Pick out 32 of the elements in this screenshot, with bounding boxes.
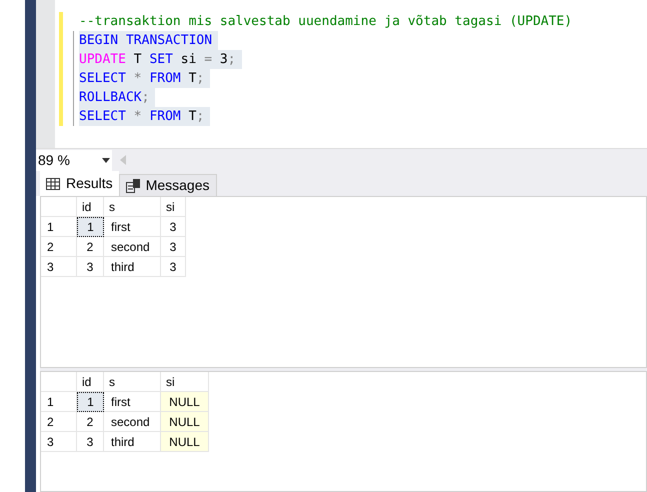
table-cell[interactable]: 1 bbox=[77, 392, 104, 412]
zoom-dropdown[interactable]: 89 % bbox=[36, 150, 112, 170]
table-cell[interactable]: 3 bbox=[161, 237, 186, 257]
column-header: s bbox=[104, 372, 161, 392]
table-cell[interactable]: NULL bbox=[161, 412, 209, 432]
row-number: 2 bbox=[41, 237, 77, 257]
table-cell[interactable]: 3 bbox=[77, 257, 104, 277]
table-cell[interactable]: 3 bbox=[161, 217, 186, 237]
column-header: s bbox=[104, 197, 161, 217]
corner-cell bbox=[41, 372, 77, 392]
column-header: si bbox=[161, 197, 186, 217]
results-tab[interactable]: Results bbox=[40, 171, 119, 196]
row-number: 2 bbox=[41, 412, 77, 432]
table-cell[interactable]: 2 bbox=[77, 412, 104, 432]
table-cell[interactable]: 1 bbox=[77, 217, 104, 237]
table-cell[interactable]: first bbox=[104, 217, 161, 237]
corner-cell bbox=[41, 197, 77, 217]
table-cell[interactable]: 2 bbox=[77, 237, 104, 257]
table-cell[interactable]: second bbox=[104, 237, 161, 257]
results-tab[interactable]: Messages bbox=[118, 174, 216, 196]
row-number: 3 bbox=[41, 432, 77, 452]
table-cell[interactable]: NULL bbox=[161, 432, 209, 452]
grid-icon bbox=[46, 178, 60, 190]
row-number: 3 bbox=[41, 257, 77, 277]
code-line: --transaktion mis salvestab uuendamine ja võtab tagasi (UPDATE) bbox=[79, 13, 574, 31]
scroll-left-icon[interactable] bbox=[120, 155, 126, 165]
table-cell[interactable]: NULL bbox=[161, 392, 209, 412]
table-cell[interactable]: 3 bbox=[161, 257, 186, 277]
caret-icon bbox=[102, 158, 110, 162]
table-cell[interactable]: 3 bbox=[77, 432, 104, 452]
table-cell[interactable]: third bbox=[104, 257, 161, 277]
document-icon bbox=[126, 178, 140, 192]
